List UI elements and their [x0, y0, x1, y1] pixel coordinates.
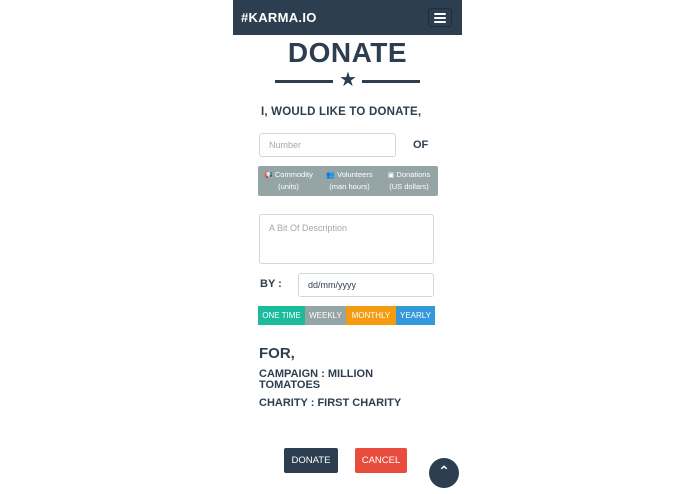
type-label: Commodity — [274, 170, 313, 179]
number-input[interactable]: Number — [259, 133, 396, 157]
type-sub: (man hours) — [329, 182, 370, 191]
divider-line-right — [362, 80, 420, 83]
type-commodity-button[interactable]: 📢 Commodity (units) — [258, 169, 319, 192]
navbar: #KARMA.IO — [233, 0, 462, 35]
charity-text: CHARITY : FIRST CHARITY — [259, 397, 402, 409]
type-donations-button[interactable]: ▣ Donations (US dollars) — [380, 169, 438, 192]
money-icon: ▣ — [387, 172, 395, 179]
type-volunteers-button[interactable]: 👥 Volunteers (man hours) — [319, 169, 380, 192]
divider-line-left — [275, 80, 333, 83]
star-icon: ★ — [339, 69, 357, 91]
description-textarea[interactable]: A Bit Of Description — [259, 214, 434, 264]
campaign-line-2: TOMATOES — [259, 379, 321, 391]
title-divider: ★ — [275, 69, 420, 91]
chevron-up-icon: ⌃ — [438, 463, 450, 479]
frequency-weekly-button[interactable]: WEEKLY — [305, 306, 346, 325]
users-icon: 👥 — [326, 172, 336, 179]
hamburger-icon — [434, 13, 446, 15]
frequency-monthly-button[interactable]: MONTHLY — [346, 306, 396, 325]
scroll-top-button[interactable]: ⌃ — [429, 458, 459, 488]
for-heading: FOR, — [259, 345, 295, 362]
by-label: BY : — [260, 278, 282, 290]
frequency-yearly-button[interactable]: YEARLY — [396, 306, 435, 325]
of-label: OF — [413, 139, 429, 151]
donation-type-selector: 📢 Commodity (units) 👥 Volunteers (man hour… — [258, 166, 438, 196]
date-input[interactable]: dd/mm/yyyy — [298, 273, 434, 297]
frequency-one-time-button[interactable]: ONE TIME — [258, 306, 305, 325]
mobile-viewport: #KARMA.IO DONATE ★ I, WOULD LIKE TO DONA… — [233, 0, 462, 494]
megaphone-icon: 📢 — [264, 172, 273, 179]
cancel-button[interactable]: CANCEL — [355, 448, 407, 473]
donate-button[interactable]: DONATE — [284, 448, 338, 473]
brand-logo[interactable]: #KARMA.IO — [241, 10, 317, 25]
type-sub: (units) — [278, 182, 299, 191]
type-label: Donations — [396, 170, 431, 179]
type-label: Volunteers — [337, 170, 373, 179]
hamburger-icon-bar — [434, 21, 446, 23]
hamburger-icon-bar — [434, 17, 446, 19]
page-title: DONATE — [287, 37, 408, 68]
type-sub: (US dollars) — [389, 182, 429, 191]
menu-toggle-button[interactable] — [428, 8, 452, 27]
donate-intro-heading: I, WOULD LIKE TO DONATE, — [261, 106, 422, 118]
